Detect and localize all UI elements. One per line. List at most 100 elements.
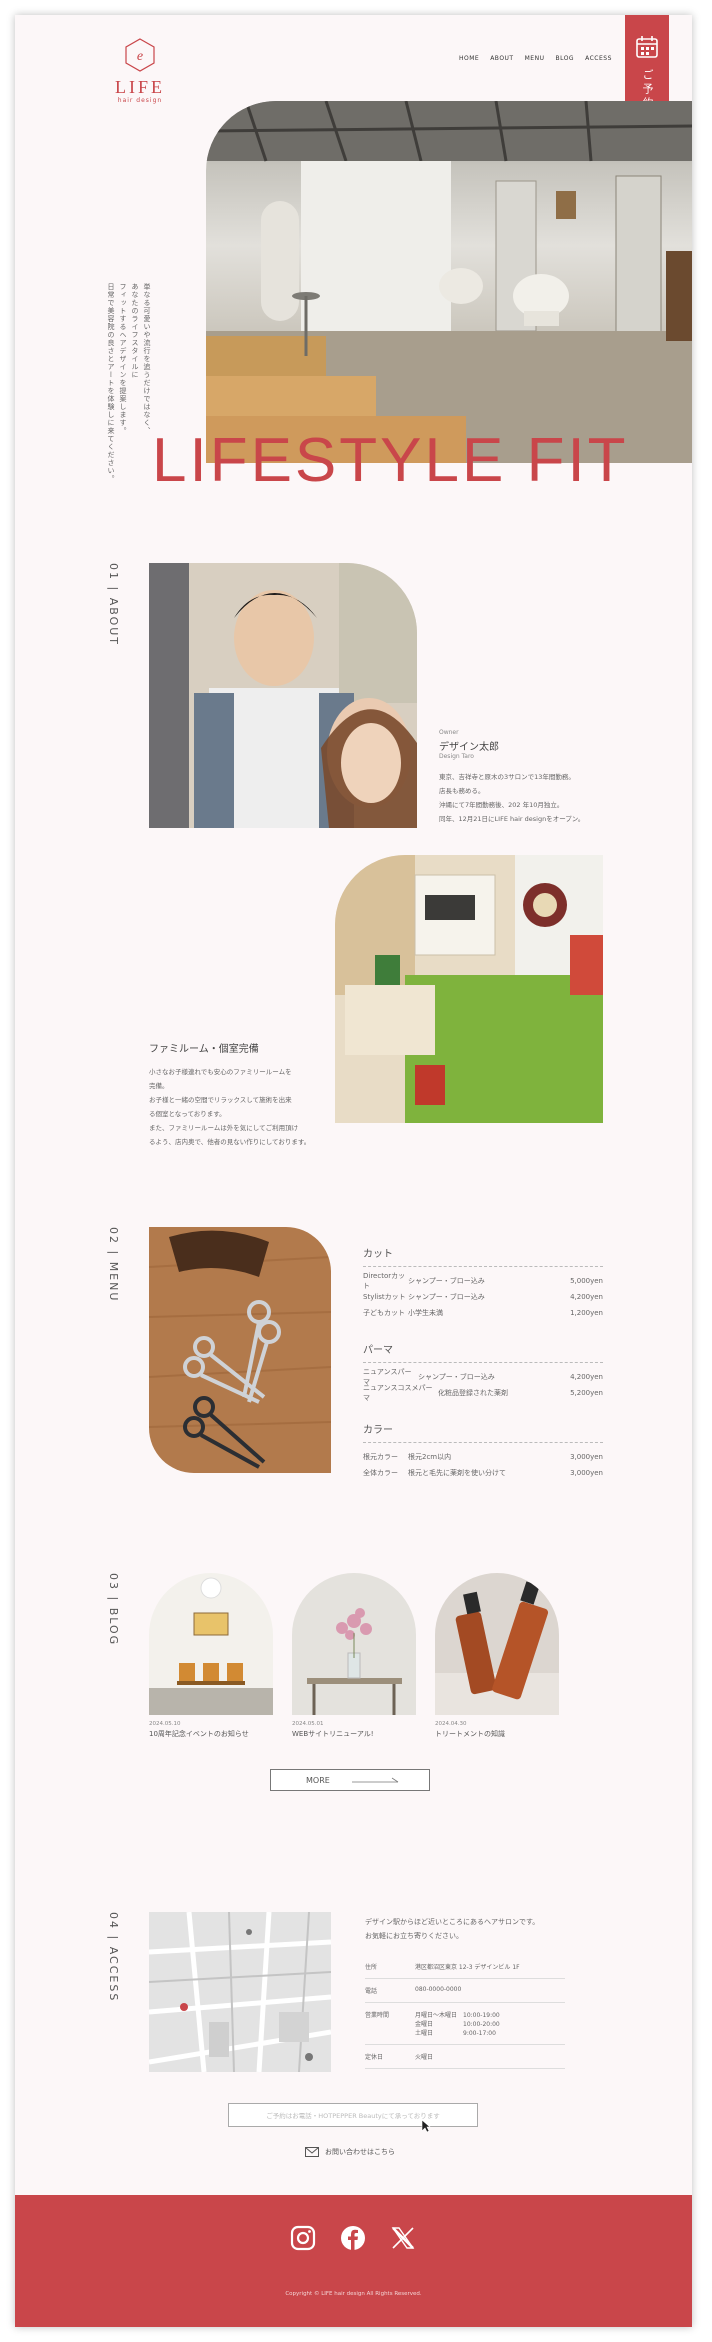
intro-line: デザイン駅からほど近いところにあるヘアサロンです。 bbox=[365, 1918, 540, 1926]
nav-access[interactable]: ACCESS bbox=[585, 55, 612, 62]
menu-item-desc: シャンプー・ブロー込み bbox=[418, 1373, 495, 1381]
x-twitter-icon[interactable] bbox=[390, 2225, 416, 2251]
hours-line: 金曜日 10:00-20:00 bbox=[415, 2021, 500, 2028]
intro-line: お気軽にお立ち寄りください。 bbox=[365, 1932, 463, 1940]
nav-home[interactable]: HOME bbox=[459, 55, 479, 62]
menu-item-price: 3,000yen bbox=[570, 1453, 603, 1461]
facebook-icon[interactable] bbox=[340, 2225, 366, 2251]
blog-thumbnail bbox=[149, 1573, 273, 1715]
hero-copy-line: フィットするヘアデザインを提案します。 bbox=[119, 283, 127, 435]
reserve-info-button[interactable]: ご予約はお電話・HOTPEPPER Beautyにて承っております bbox=[228, 2103, 478, 2127]
scissors-illustration bbox=[149, 1227, 331, 1473]
access-table: 住所 港区都沼区東京 12-3 デザインビル 1F 電話 080-0000-00… bbox=[365, 1955, 565, 2069]
menu-section-label: 02 | MENU bbox=[107, 1227, 120, 1303]
arrow-right-icon bbox=[351, 1777, 399, 1783]
access-key: 住所 bbox=[365, 1964, 378, 1971]
access-row: 定休日 火曜日 bbox=[365, 2045, 565, 2069]
stylist-bio: 東京、吉祥寺と原木の3サロンで13年間勤務。 店長も務める。 沖縄にて7年間勤務… bbox=[439, 770, 609, 826]
access-key: 電話 bbox=[365, 1988, 378, 1995]
bio-line: 同年、12月21日にLIFE hair designをオープン。 bbox=[439, 815, 585, 823]
access-section-label: 04 | ACCESS bbox=[107, 1912, 120, 2003]
menu-item-desc: 小学生未満 bbox=[408, 1309, 443, 1317]
reserve-info-label: ご予約はお電話・HOTPEPPER Beautyにて承っております bbox=[266, 2112, 440, 2120]
menu-row: 全体カラー 根元と毛先に薬剤を使い分けて 3,000yen bbox=[363, 1465, 603, 1481]
stylist-role: Owner bbox=[439, 729, 459, 736]
hero-copy: 単なる可愛いや流行を追うだけではなく、 あなたのライフスタイルに フィットするヘ… bbox=[105, 283, 153, 483]
blog-card[interactable]: 2024.05.10 10周年記念イベントのお知らせ bbox=[149, 1573, 273, 1739]
stylist-name: デザイン太郎 bbox=[439, 742, 499, 753]
logo-word: LIFE bbox=[115, 77, 165, 97]
menu-item-desc: 根元2cm以内 bbox=[408, 1453, 452, 1461]
logo-mark: e bbox=[137, 49, 143, 64]
instagram-icon[interactable] bbox=[290, 2225, 316, 2251]
menu-item-price: 5,200yen bbox=[570, 1389, 603, 1397]
menu-item-name: ニュアンスコスメパーマ bbox=[363, 1384, 433, 1402]
menu-category-cut: カット Directorカット シャンプー・ブロー込み 5,000yen Styli… bbox=[363, 1245, 603, 1321]
copyright: Copyright © LIFE hair design All Rights … bbox=[285, 2291, 422, 2297]
blog-thumb-bottles bbox=[435, 1573, 559, 1715]
logo-hexagon-icon: e bbox=[125, 38, 155, 72]
menu-row: ニュアンスコスメパーマ 化粧品登録された薬剤 5,200yen bbox=[363, 1384, 603, 1402]
family-line: お子様と一緒の空間でリラックスして施術を出来 bbox=[149, 1096, 292, 1104]
menu-category-color: カラー 根元カラー 根元2cm以内 3,000yen 全体カラー 根元と毛先に薬剤を使… bbox=[363, 1421, 603, 1481]
contact-link[interactable]: お問い合わせはこちら bbox=[305, 2147, 395, 2157]
access-row: 住所 港区都沼区東京 12-3 デザインビル 1F bbox=[365, 1955, 565, 1979]
blog-title: 10周年記念イベントのお知らせ bbox=[149, 1730, 249, 1738]
blog-card[interactable]: 2024.04.30 トリートメントの知識 bbox=[435, 1573, 559, 1739]
blog-title: WEBサイトリニューアル! bbox=[292, 1730, 374, 1738]
hero-salon-image bbox=[206, 101, 692, 463]
menu-item-price: 3,000yen bbox=[570, 1469, 603, 1477]
about-section-label: 01 | ABOUT bbox=[107, 563, 120, 647]
more-button[interactable]: MORE bbox=[270, 1769, 430, 1791]
nav-blog[interactable]: BLOG bbox=[555, 55, 574, 62]
menu-category-title: パーマ bbox=[363, 1341, 603, 1363]
page: e LIFE hair design HOME ABOUT MENU BLOG … bbox=[15, 15, 692, 2327]
blog-title: トリートメントの知識 bbox=[435, 1730, 505, 1738]
access-hours: 月曜日〜木曜日 10:00-19:00 金曜日 10:00-20:00 土曜日 … bbox=[415, 2010, 500, 2037]
access-info: デザイン駅からほど近いところにあるヘアサロンです。 お気軽にお立ち寄りください。… bbox=[365, 1915, 565, 2069]
menu-item-desc: 根元と毛先に薬剤を使い分けて bbox=[408, 1469, 506, 1477]
salon-interior-illustration bbox=[206, 101, 692, 463]
family-room-desc: 小さなお子様連れでも安心のファミリールームを 完備。 お子様と一緒の空間でリラッ… bbox=[149, 1065, 324, 1149]
menu-list: カット Directorカット シャンプー・ブロー込み 5,000yen Styli… bbox=[363, 1245, 603, 1481]
footer: Copyright © LIFE hair design All Rights … bbox=[15, 2195, 692, 2327]
family-line: 小さなお子様連れでも安心のファミリールームを bbox=[149, 1068, 292, 1076]
hero-copy-line: 単なる可愛いや流行を追うだけではなく、 bbox=[143, 283, 151, 435]
menu-category-title: カラー bbox=[363, 1421, 603, 1443]
menu-item-desc: シャンプー・ブロー込み bbox=[408, 1277, 485, 1285]
menu-row: Stylistカット シャンプー・ブロー込み 4,200yen bbox=[363, 1289, 603, 1305]
nav-about[interactable]: ABOUT bbox=[490, 55, 513, 62]
menu-item-name: 全体カラー bbox=[363, 1469, 398, 1477]
family-line: また、ファミリールームは外を気にしてご利用頂け bbox=[149, 1124, 299, 1132]
hero-title: LIFESTYLE FIT bbox=[152, 426, 629, 495]
family-line: る個室となっております。 bbox=[149, 1110, 226, 1118]
access-map[interactable] bbox=[149, 1912, 331, 2072]
family-room-title: ファミルーム・個室完備 bbox=[149, 1044, 259, 1055]
menu-item-price: 5,000yen bbox=[570, 1277, 603, 1285]
stylist-photo-illustration bbox=[149, 563, 417, 828]
access-value: 火曜日 bbox=[415, 2054, 434, 2061]
access-key: 営業時間 bbox=[365, 2012, 390, 2019]
nav-menu[interactable]: MENU bbox=[525, 55, 545, 62]
stylist-name-en: Design Taro bbox=[439, 753, 474, 760]
hours-line: 土曜日 9:00-17:00 bbox=[415, 2030, 496, 2037]
logo[interactable]: e LIFE hair design bbox=[110, 37, 170, 104]
access-value: 080-0000-0000 bbox=[415, 1986, 462, 1993]
access-intro: デザイン駅からほど近いところにあるヘアサロンです。 お気軽にお立ち寄りください。 bbox=[365, 1915, 565, 1943]
mail-icon bbox=[305, 2147, 319, 2157]
logo-sub: hair design bbox=[117, 97, 163, 104]
more-label: MORE bbox=[306, 1775, 330, 1785]
access-value: 港区都沼区東京 12-3 デザインビル 1F bbox=[415, 1964, 520, 1971]
family-room-illustration bbox=[335, 855, 603, 1123]
blog-card[interactable]: 2024.05.01 WEBサイトリニューアル! bbox=[292, 1573, 416, 1739]
menu-category-title: カット bbox=[363, 1245, 603, 1267]
menu-item-desc: 化粧品登録された薬剤 bbox=[438, 1389, 508, 1397]
access-row: 電話 080-0000-0000 bbox=[365, 1979, 565, 2003]
family-room-photo bbox=[335, 855, 603, 1123]
stylist-profile: Owner デザイン太郎 Design Taro 東京、吉祥寺と原木の3サロンで… bbox=[439, 729, 609, 826]
family-room-text: ファミルーム・個室完備 小さなお子様連れでも安心のファミリールームを 完備。 お… bbox=[149, 1040, 324, 1149]
blog-thumb-flowers bbox=[292, 1573, 416, 1715]
access-row: 営業時間 月曜日〜木曜日 10:00-19:00 金曜日 10:00-20:00… bbox=[365, 2003, 565, 2045]
contact-label: お問い合わせはこちら bbox=[325, 2148, 395, 2156]
map-illustration bbox=[149, 1912, 331, 2072]
